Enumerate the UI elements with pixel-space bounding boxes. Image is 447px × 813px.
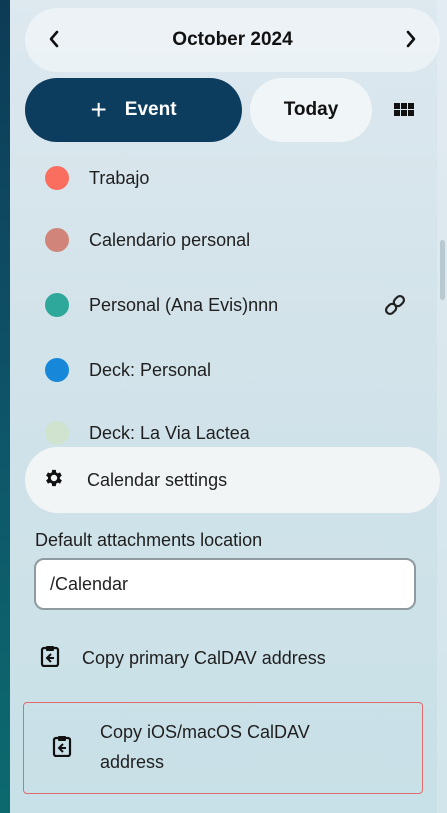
calendar-name: Deck: La Via Lactea [89,422,250,443]
gear-icon [43,467,65,494]
month-navigation: October 2024 [25,8,440,72]
new-event-label: Event [124,99,177,120]
chevron-left-icon[interactable] [47,27,61,53]
attachments-location-label: Default attachments location [35,530,263,550]
calendar-color-dot[interactable] [45,421,69,445]
chevron-right-icon[interactable] [404,27,418,53]
calendar-color-dot[interactable] [45,358,69,382]
copy-ios-caldav-label: Copy iOS/macOS CalDAV address [100,722,310,772]
left-accent-bar [0,0,10,813]
calendar-name: Trabajo [89,167,150,188]
attachments-location-input[interactable] [34,558,416,610]
calendar-name: Personal (Ana Evis)nnn [89,294,279,315]
copy-primary-caldav-button[interactable]: Copy primary CalDAV address [40,632,420,684]
plus-icon: + [90,94,107,125]
clipboard-icon [40,645,60,672]
month-label[interactable]: October 2024 [172,29,292,51]
clipboard-icon [52,735,72,762]
calendar-settings-button[interactable]: Calendar settings [25,447,440,513]
calendar-settings-label: Calendar settings [87,469,228,490]
copy-ios-caldav-button[interactable]: Copy iOS/macOS CalDAV address [23,702,423,794]
calendar-item-deck-personal[interactable]: Deck: Personal [30,341,420,399]
copy-primary-caldav-label: Copy primary CalDAV address [82,647,326,668]
today-button[interactable]: Today [250,78,372,142]
calendar-color-dot[interactable] [45,166,69,190]
calendar-item-trabajo[interactable]: Trabajo [30,149,420,207]
new-event-button[interactable]: + Event [25,78,242,142]
link-icon[interactable] [382,292,408,318]
grid-icon[interactable] [392,98,416,122]
calendar-name: Calendario personal [89,229,251,250]
calendar-color-dot[interactable] [45,228,69,252]
calendar-item-calendario-personal[interactable]: Calendario personal [30,211,420,269]
scrollbar-track[interactable] [437,0,447,813]
calendar-color-dot[interactable] [45,293,69,317]
scrollbar-thumb[interactable] [440,240,445,300]
calendar-item-personal-ana-evis[interactable]: Personal (Ana Evis)nnn [30,276,420,334]
calendar-name: Deck: Personal [89,359,212,380]
